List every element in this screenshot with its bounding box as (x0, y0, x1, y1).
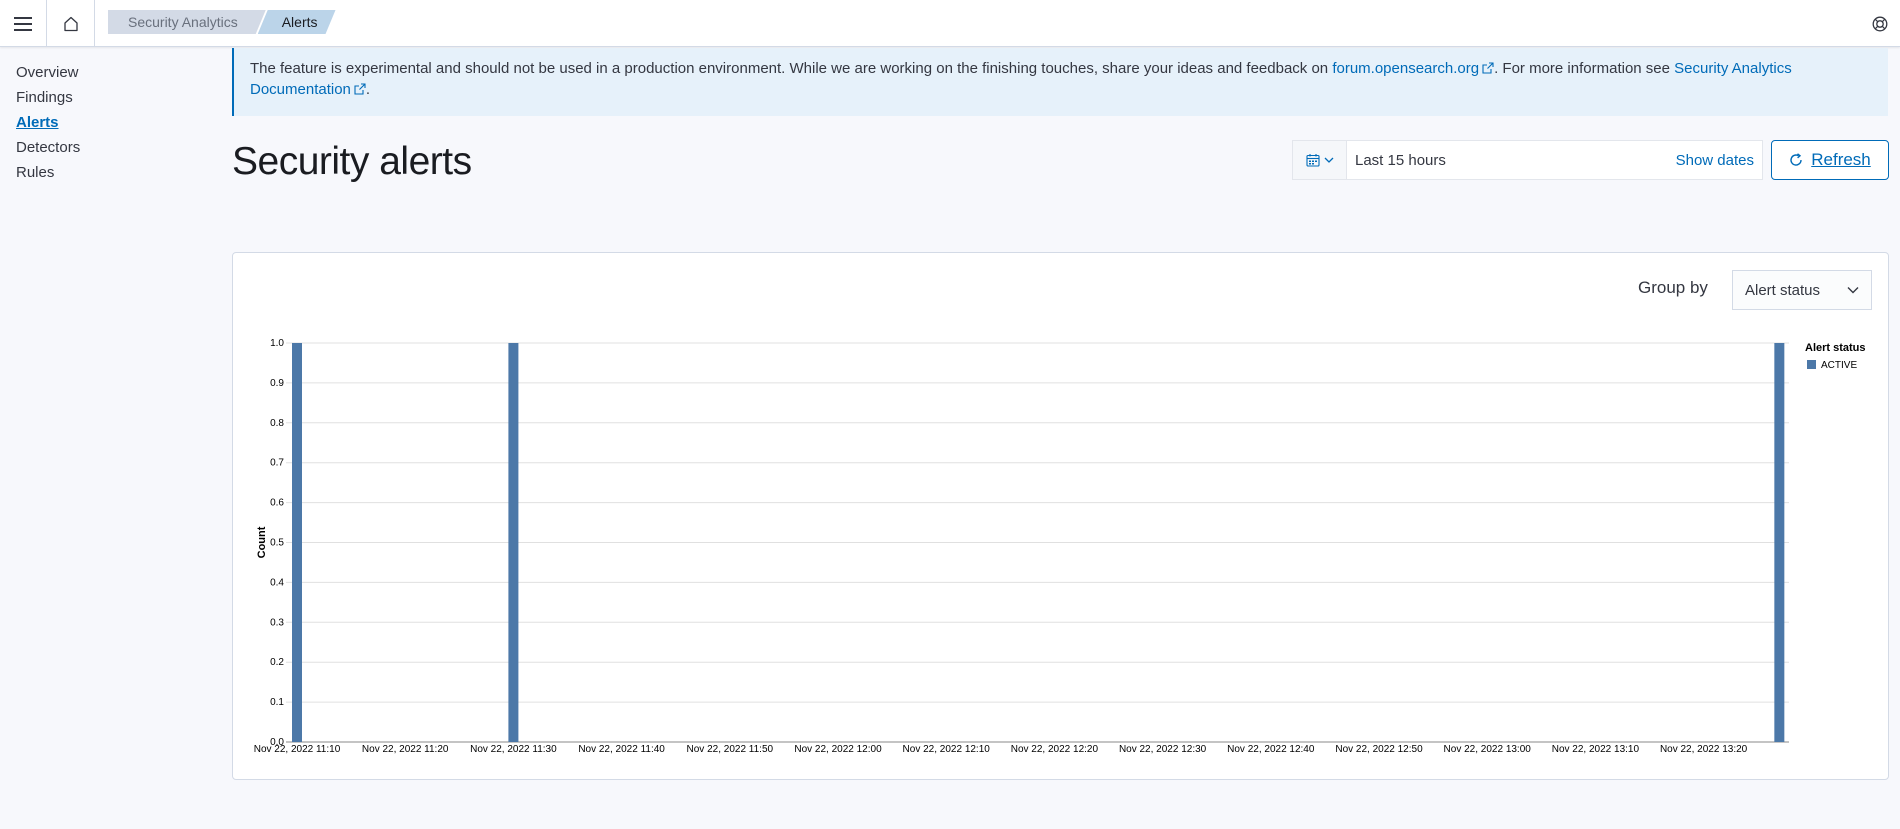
x-tick-label: Nov 22, 2022 12:30 (1119, 744, 1207, 755)
y-axis-label: Count (256, 526, 268, 558)
y-tick-label: 1.0 (270, 338, 284, 349)
y-tick-label: 0.3 (270, 617, 284, 628)
x-tick-label: Nov 22, 2022 11:40 (578, 744, 665, 755)
y-tick-label: 0.4 (270, 577, 284, 588)
x-tick-label: Nov 22, 2022 11:50 (687, 744, 774, 755)
legend-item-label: ACTIVE (1821, 360, 1857, 371)
y-tick-label: 0.1 (270, 697, 284, 708)
bar-active (508, 343, 519, 742)
y-tick-label: 0.2 (270, 657, 284, 668)
x-tick-label: Nov 22, 2022 13:00 (1444, 744, 1532, 755)
y-tick-label: 0.7 (270, 458, 284, 469)
x-tick-label: Nov 22, 2022 12:20 (1011, 744, 1099, 755)
bar-active (1774, 343, 1785, 742)
x-tick-label: Nov 22, 2022 13:10 (1552, 744, 1640, 755)
x-tick-label: Nov 22, 2022 11:10 (254, 744, 341, 755)
y-tick-label: 0.8 (270, 418, 284, 429)
x-tick-label: Nov 22, 2022 12:10 (903, 744, 991, 755)
x-tick-label: Nov 22, 2022 12:40 (1227, 744, 1315, 755)
legend-swatch (1807, 360, 1816, 369)
x-tick-label: Nov 22, 2022 12:00 (794, 744, 882, 755)
y-tick-label: 0.9 (270, 378, 284, 389)
x-tick-label: Nov 22, 2022 11:30 (470, 744, 557, 755)
x-tick-label: Nov 22, 2022 13:20 (1660, 744, 1748, 755)
x-tick-label: Nov 22, 2022 12:50 (1335, 744, 1423, 755)
y-tick-label: 0.5 (270, 538, 284, 549)
x-tick-label: Nov 22, 2022 11:20 (362, 744, 449, 755)
bar-active (292, 343, 302, 742)
legend-title: Alert status (1805, 342, 1866, 354)
alerts-bar-chart: 0.00.10.20.30.40.50.60.70.80.91.0Nov 22,… (254, 338, 1866, 755)
y-tick-label: 0.6 (270, 498, 284, 509)
